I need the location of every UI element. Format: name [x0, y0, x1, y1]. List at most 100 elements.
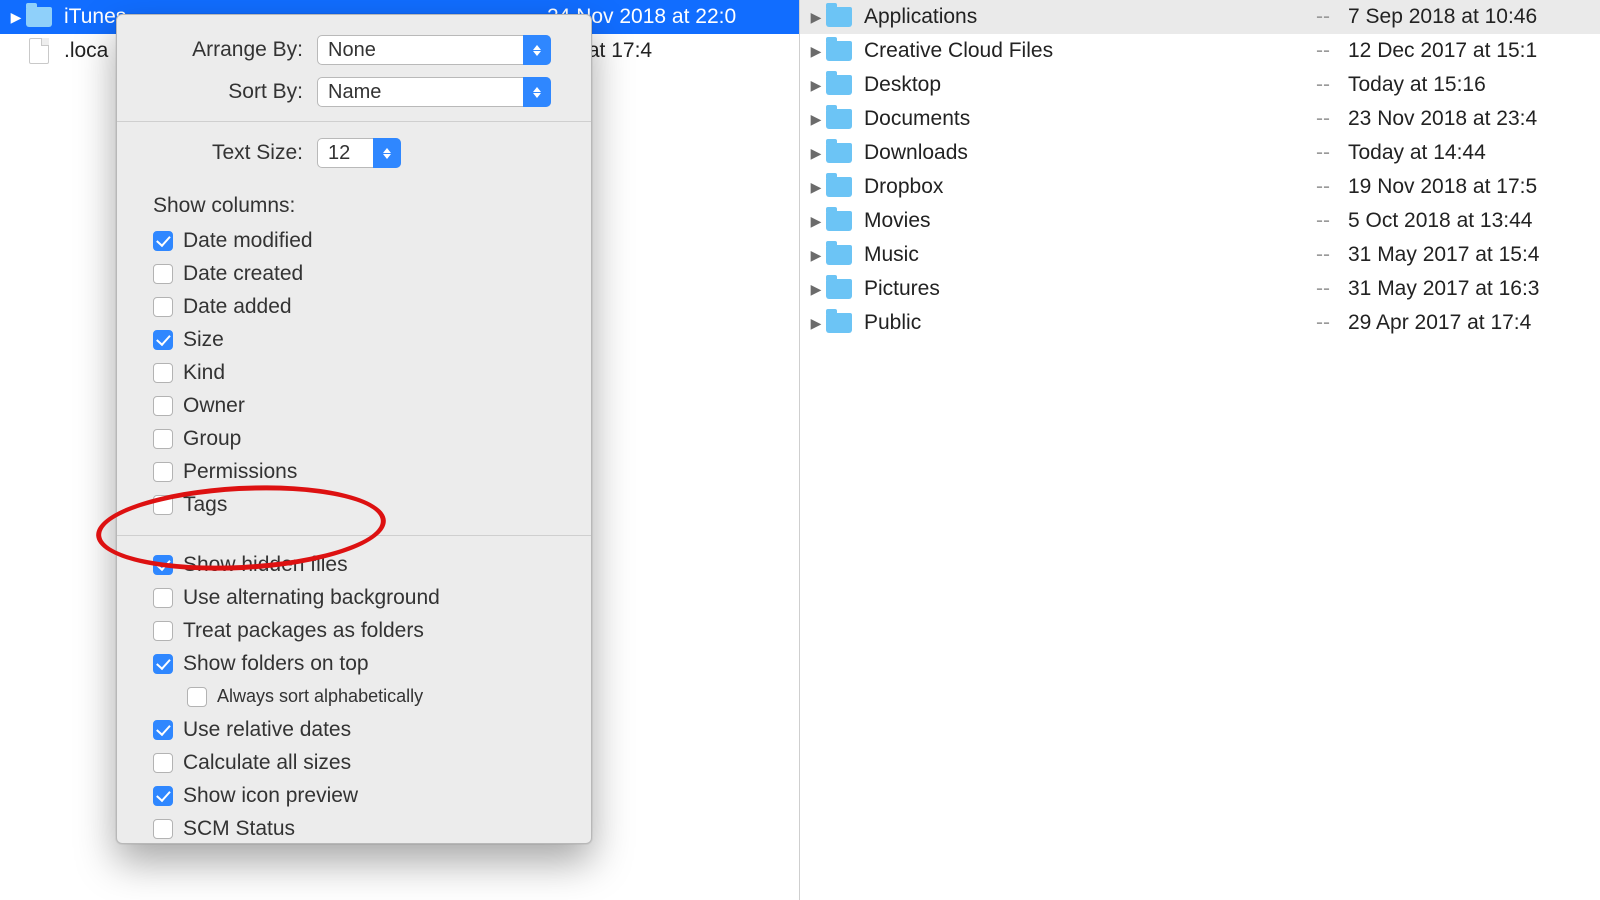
- checkbox[interactable]: [153, 555, 173, 575]
- checkbox[interactable]: [153, 231, 173, 251]
- checkbox[interactable]: [153, 720, 173, 740]
- sort-by-select[interactable]: Name: [317, 77, 551, 107]
- disclosure-triangle-icon[interactable]: ▶: [8, 9, 24, 26]
- file-date: 29 Apr 2017 at 17:4: [1348, 311, 1588, 335]
- file-row[interactable]: ▶Pictures--31 May 2017 at 16:3: [800, 272, 1600, 306]
- option-row[interactable]: Show hidden files: [153, 548, 561, 581]
- checkbox[interactable]: [153, 819, 173, 839]
- text-size-select[interactable]: 12: [317, 138, 401, 168]
- option-label: Date modified: [183, 229, 313, 253]
- file-name: Downloads: [854, 141, 968, 165]
- checkbox[interactable]: [153, 330, 173, 350]
- option-row[interactable]: Calculate all sizes: [153, 746, 561, 779]
- option-row[interactable]: Date added: [153, 290, 561, 323]
- folder-icon: [826, 313, 852, 333]
- file-row[interactable]: ▶Applications--7 Sep 2018 at 10:46: [800, 0, 1600, 34]
- option-row[interactable]: Permissions: [153, 455, 561, 488]
- text-size-value: 12: [328, 142, 350, 165]
- option-label: Tags: [183, 493, 227, 517]
- file-date: 31 May 2017 at 15:4: [1348, 243, 1588, 267]
- checkbox[interactable]: [153, 621, 173, 641]
- stepper-icon: [523, 35, 551, 65]
- file-row[interactable]: ▶Documents--23 Nov 2018 at 23:4: [800, 102, 1600, 136]
- checkbox[interactable]: [153, 495, 173, 515]
- option-label: Owner: [183, 394, 245, 418]
- option-row[interactable]: SCM Status: [153, 812, 561, 845]
- checkbox[interactable]: [153, 654, 173, 674]
- option-row[interactable]: Group: [153, 422, 561, 455]
- text-size-label: Text Size:: [117, 141, 317, 165]
- option-label: Show hidden files: [183, 553, 348, 577]
- arrange-by-select[interactable]: None: [317, 35, 551, 65]
- disclosure-triangle-icon[interactable]: ▶: [808, 77, 824, 94]
- file-icon: [29, 38, 49, 64]
- folder-icon: [826, 41, 852, 61]
- disclosure-triangle-icon[interactable]: ▶: [808, 315, 824, 332]
- file-date: Today at 15:16: [1348, 73, 1588, 97]
- file-row[interactable]: ▶Dropbox--19 Nov 2018 at 17:5: [800, 170, 1600, 204]
- file-size: --: [1316, 175, 1348, 199]
- option-row[interactable]: Kind: [153, 356, 561, 389]
- option-row[interactable]: Date modified: [153, 224, 561, 257]
- file-row[interactable]: ▶Desktop--Today at 15:16: [800, 68, 1600, 102]
- file-date: 5 Oct 2018 at 13:44: [1348, 209, 1588, 233]
- file-row[interactable]: ▶Music--31 May 2017 at 15:4: [800, 238, 1600, 272]
- option-row[interactable]: Tags: [153, 488, 561, 521]
- disclosure-triangle-icon[interactable]: ▶: [808, 281, 824, 298]
- left-pane: ▶iTunes--24 Nov 2018 at 22:0.loca017 at …: [0, 0, 800, 900]
- file-date: 7 Sep 2018 at 10:46: [1348, 5, 1588, 29]
- option-label: Kind: [183, 361, 225, 385]
- file-name: Movies: [854, 209, 931, 233]
- option-row[interactable]: Use relative dates: [153, 713, 561, 746]
- checkbox[interactable]: [153, 363, 173, 383]
- sort-by-label: Sort By:: [117, 80, 317, 104]
- option-label: Always sort alphabetically: [217, 686, 423, 707]
- file-row[interactable]: ▶Public--29 Apr 2017 at 17:4: [800, 306, 1600, 340]
- option-row[interactable]: Always sort alphabetically: [153, 680, 561, 713]
- option-label: Show folders on top: [183, 652, 369, 676]
- checkbox[interactable]: [153, 297, 173, 317]
- file-row[interactable]: ▶Downloads--Today at 14:44: [800, 136, 1600, 170]
- option-row[interactable]: Size: [153, 323, 561, 356]
- checkbox[interactable]: [153, 753, 173, 773]
- folder-icon: [826, 7, 852, 27]
- folder-icon: [826, 245, 852, 265]
- disclosure-triangle-icon[interactable]: ▶: [808, 247, 824, 264]
- option-row[interactable]: Use alternating background: [153, 581, 561, 614]
- checkbox[interactable]: [153, 429, 173, 449]
- option-row[interactable]: Show folders on top: [153, 647, 561, 680]
- disclosure-triangle-icon[interactable]: ▶: [808, 213, 824, 230]
- right-pane: ▶Applications--7 Sep 2018 at 10:46▶Creat…: [800, 0, 1600, 900]
- disclosure-triangle-icon[interactable]: ▶: [808, 111, 824, 128]
- checkbox[interactable]: [187, 687, 207, 707]
- stepper-icon: [373, 138, 401, 168]
- file-size: --: [1316, 277, 1348, 301]
- option-label: Calculate all sizes: [183, 751, 351, 775]
- file-row[interactable]: ▶Movies--5 Oct 2018 at 13:44: [800, 204, 1600, 238]
- file-size: --: [1316, 73, 1348, 97]
- option-row[interactable]: Owner: [153, 389, 561, 422]
- file-name: Creative Cloud Files: [854, 39, 1053, 63]
- checkbox[interactable]: [153, 588, 173, 608]
- option-label: Use relative dates: [183, 718, 351, 742]
- file-size: --: [1316, 243, 1348, 267]
- disclosure-triangle-icon[interactable]: ▶: [808, 145, 824, 162]
- option-row[interactable]: Treat packages as folders: [153, 614, 561, 647]
- option-label: Group: [183, 427, 241, 451]
- option-row[interactable]: Date created: [153, 257, 561, 290]
- checkbox[interactable]: [153, 264, 173, 284]
- disclosure-triangle-icon[interactable]: ▶: [808, 179, 824, 196]
- checkbox[interactable]: [153, 396, 173, 416]
- option-label: Show icon preview: [183, 784, 358, 808]
- checkbox[interactable]: [153, 462, 173, 482]
- folder-icon: [826, 75, 852, 95]
- disclosure-triangle-icon[interactable]: ▶: [808, 43, 824, 60]
- checkbox[interactable]: [153, 786, 173, 806]
- file-row[interactable]: ▶Creative Cloud Files--12 Dec 2017 at 15…: [800, 34, 1600, 68]
- file-size: --: [1316, 5, 1348, 29]
- stepper-icon: [523, 77, 551, 107]
- view-options-panel: Arrange By: None Sort By: Name: [116, 14, 592, 844]
- folder-icon: [826, 177, 852, 197]
- option-row[interactable]: Show icon preview: [153, 779, 561, 812]
- disclosure-triangle-icon[interactable]: ▶: [808, 9, 824, 26]
